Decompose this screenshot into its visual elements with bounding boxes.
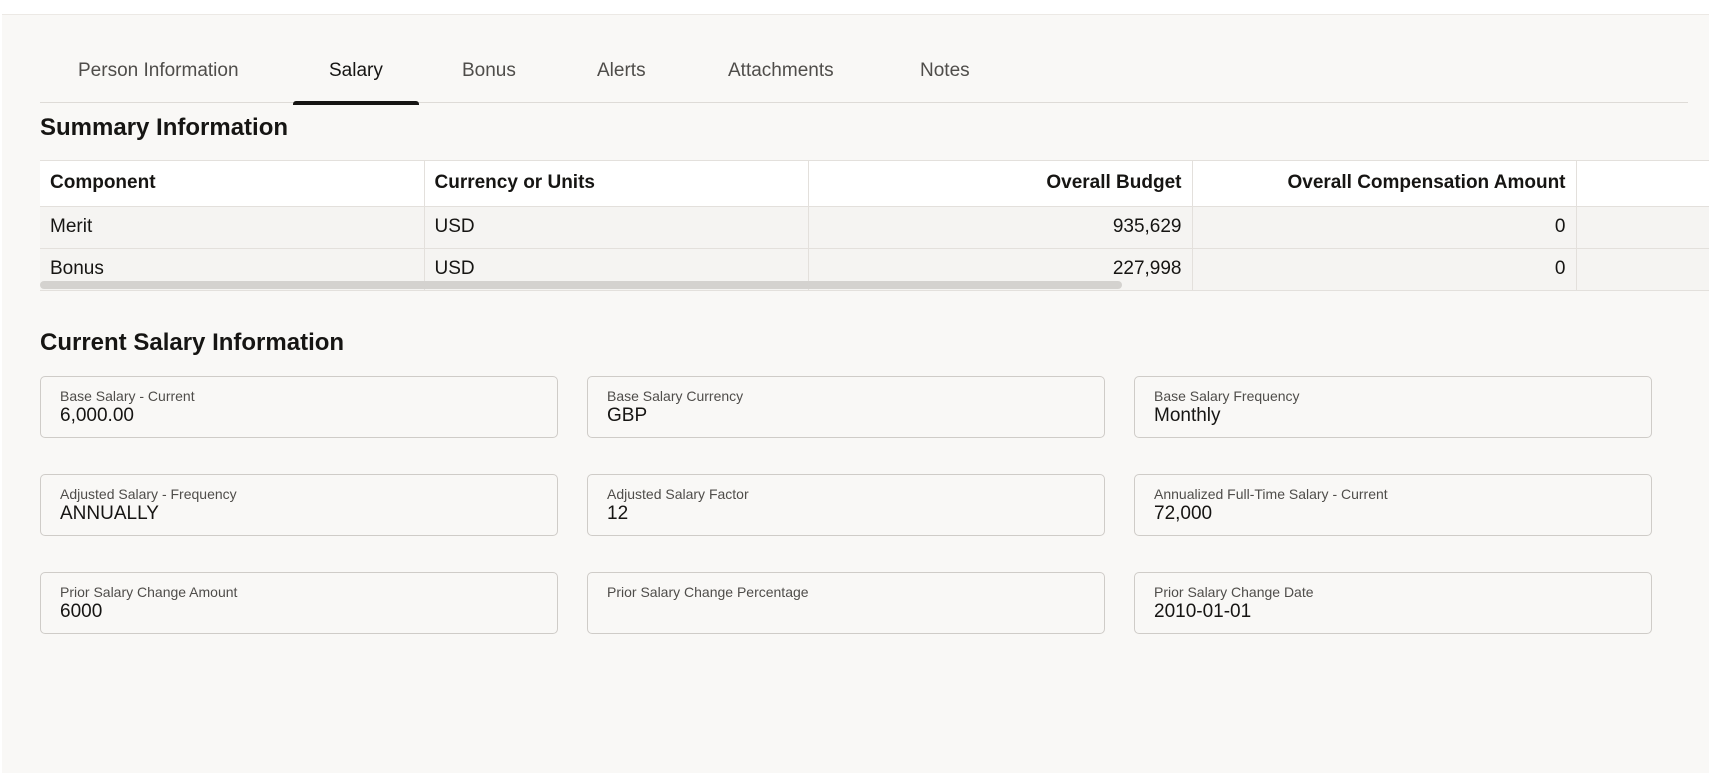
column-header-component[interactable]: Component: [40, 161, 425, 207]
tab-notes[interactable]: Notes: [920, 60, 970, 103]
field-value: ANNUALLY: [60, 503, 159, 524]
tab-bonus[interactable]: Bonus: [462, 60, 516, 103]
cell-overall-compensation: 0: [1192, 248, 1577, 290]
adjusted-salary-frequency-field: Adjusted Salary - Frequency ANNUALLY: [40, 474, 558, 536]
field-value: 2010-01-01: [1154, 601, 1252, 622]
tab-attachments[interactable]: Attachments: [728, 60, 834, 103]
field-value: 6000: [60, 601, 103, 622]
table-header-row: Component Currency or Units Overall Budg…: [40, 161, 1709, 207]
field-value: 72,000: [1154, 503, 1213, 524]
tab-salary[interactable]: Salary: [293, 60, 419, 105]
table-row[interactable]: Merit USD 935,629 0: [40, 206, 1709, 249]
field-label: Base Salary Frequency: [1154, 388, 1300, 404]
summary-information-heading: Summary Information: [40, 114, 289, 141]
field-value: Monthly: [1154, 405, 1221, 426]
field-value: 12: [607, 503, 629, 524]
column-header-overall-budget[interactable]: Overall Budget: [808, 161, 1193, 207]
column-header-empty: [1576, 161, 1709, 207]
cell-component: Merit: [40, 206, 425, 249]
prior-salary-change-date-field: Prior Salary Change Date 2010-01-01: [1134, 572, 1652, 634]
column-header-overall-compensation[interactable]: Overall Compensation Amount: [1192, 161, 1577, 207]
cell-overall-budget: 935,629: [808, 206, 1193, 249]
prior-salary-change-amount-field: Prior Salary Change Amount 6000: [40, 572, 558, 634]
base-salary-frequency-field: Base Salary Frequency Monthly: [1134, 376, 1652, 438]
prior-salary-change-percentage-field: Prior Salary Change Percentage: [587, 572, 1105, 634]
adjusted-salary-factor-field: Adjusted Salary Factor 12: [587, 474, 1105, 536]
base-salary-currency-field: Base Salary Currency GBP: [587, 376, 1105, 438]
field-label: Prior Salary Change Amount: [60, 584, 238, 600]
field-value: GBP: [607, 405, 648, 426]
field-value: 6,000.00: [60, 405, 134, 426]
annualized-full-time-salary-field: Annualized Full-Time Salary - Current 72…: [1134, 474, 1652, 536]
column-header-currency[interactable]: Currency or Units: [424, 161, 809, 207]
base-salary-current-field: Base Salary - Current 6,000.00: [40, 376, 558, 438]
field-label: Adjusted Salary Factor: [607, 486, 749, 502]
salary-panel: Person Information Salary Bonus Alerts A…: [2, 14, 1709, 773]
tab-person-information[interactable]: Person Information: [78, 60, 239, 103]
current-salary-information-heading: Current Salary Information: [40, 329, 345, 356]
field-label: Base Salary - Current: [60, 388, 195, 404]
tab-bar: Person Information Salary Bonus Alerts A…: [40, 15, 1688, 105]
field-label: Prior Salary Change Percentage: [607, 584, 809, 600]
tab-alerts[interactable]: Alerts: [597, 60, 646, 103]
field-label: Prior Salary Change Date: [1154, 584, 1314, 600]
cell-empty: [1576, 248, 1709, 290]
summary-table: Component Currency or Units Overall Budg…: [40, 160, 1709, 291]
field-label: Adjusted Salary - Frequency: [60, 486, 237, 502]
field-label: Annualized Full-Time Salary - Current: [1154, 486, 1388, 502]
cell-overall-compensation: 0: [1192, 206, 1577, 249]
field-label: Base Salary Currency: [607, 388, 744, 404]
cell-empty: [1576, 206, 1709, 249]
cell-currency: USD: [424, 206, 809, 249]
horizontal-scrollbar[interactable]: [40, 281, 1122, 289]
